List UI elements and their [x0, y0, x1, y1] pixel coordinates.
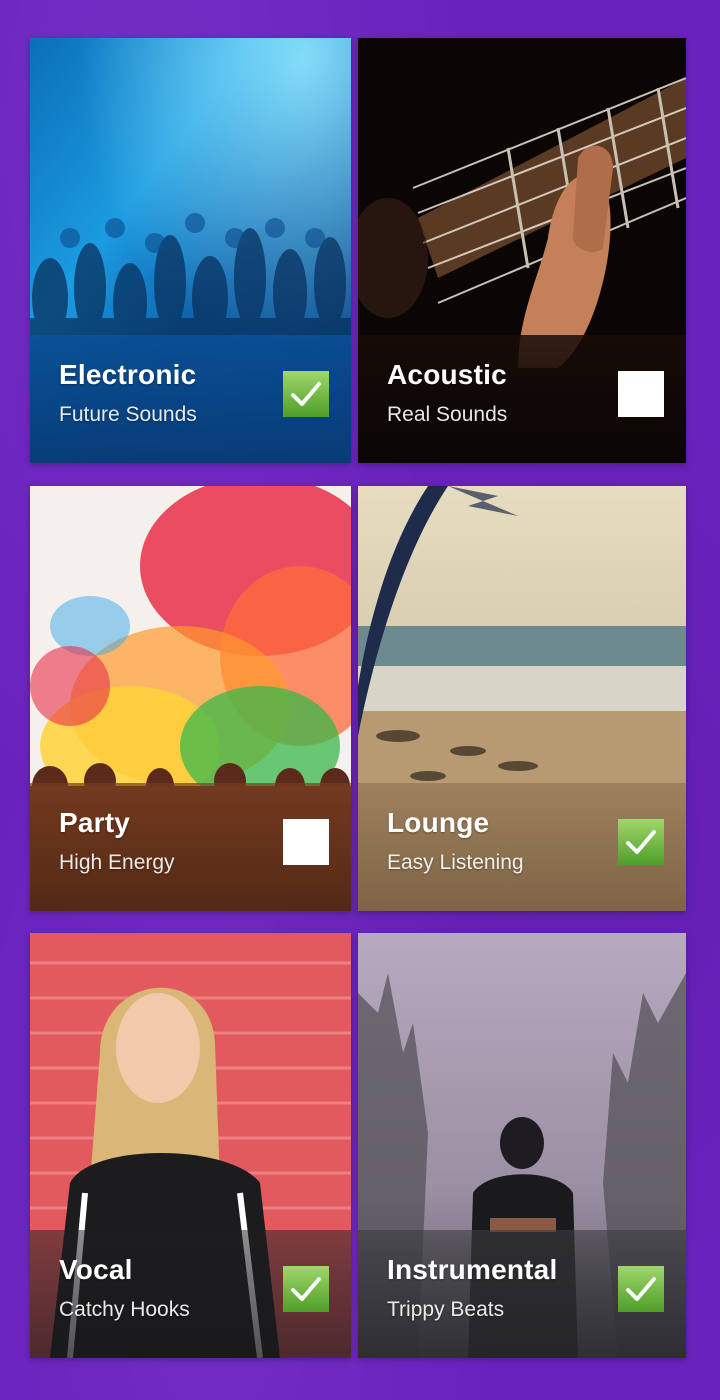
checkbox-checked-icon[interactable] — [283, 371, 329, 417]
card-caption: Lounge Easy Listening — [358, 783, 686, 911]
genre-subtitle: Easy Listening — [387, 851, 524, 874]
checkbox-unchecked-icon[interactable] — [618, 371, 664, 417]
card-caption: Party High Energy — [30, 783, 351, 911]
genre-card-instrumental[interactable]: Instrumental Trippy Beats — [358, 933, 686, 1358]
checkbox-checked-icon[interactable] — [283, 1266, 329, 1312]
card-caption: Vocal Catchy Hooks — [30, 1230, 351, 1358]
genre-card-electronic[interactable]: Electronic Future Sounds — [30, 38, 351, 463]
genre-subtitle: Catchy Hooks — [59, 1298, 190, 1321]
genre-title: Vocal — [59, 1254, 133, 1285]
genre-subtitle: Real Sounds — [387, 403, 508, 426]
genre-title: Acoustic — [387, 359, 507, 390]
genre-card-acoustic[interactable]: Acoustic Real Sounds — [358, 38, 686, 463]
genre-subtitle: Future Sounds — [59, 403, 197, 426]
genre-title: Instrumental — [387, 1254, 558, 1285]
genre-title: Party — [59, 807, 131, 838]
genre-subtitle: Trippy Beats — [387, 1298, 505, 1321]
card-caption: Electronic Future Sounds — [30, 335, 351, 463]
genre-grid: Electronic Future Sounds Acoustic Real S… — [0, 0, 720, 1400]
genre-card-lounge[interactable]: Lounge Easy Listening — [358, 486, 686, 911]
genre-card-vocal[interactable]: Vocal Catchy Hooks — [30, 933, 351, 1358]
checkbox-checked-icon[interactable] — [618, 819, 664, 865]
genre-card-party[interactable]: Party High Energy — [30, 486, 351, 911]
card-caption: Acoustic Real Sounds — [358, 335, 686, 463]
genre-title: Lounge — [387, 807, 490, 838]
genre-title: Electronic — [59, 359, 197, 390]
genre-subtitle: High Energy — [59, 851, 175, 874]
card-caption: Instrumental Trippy Beats — [358, 1230, 686, 1358]
checkbox-unchecked-icon[interactable] — [283, 819, 329, 865]
checkbox-checked-icon[interactable] — [618, 1266, 664, 1312]
